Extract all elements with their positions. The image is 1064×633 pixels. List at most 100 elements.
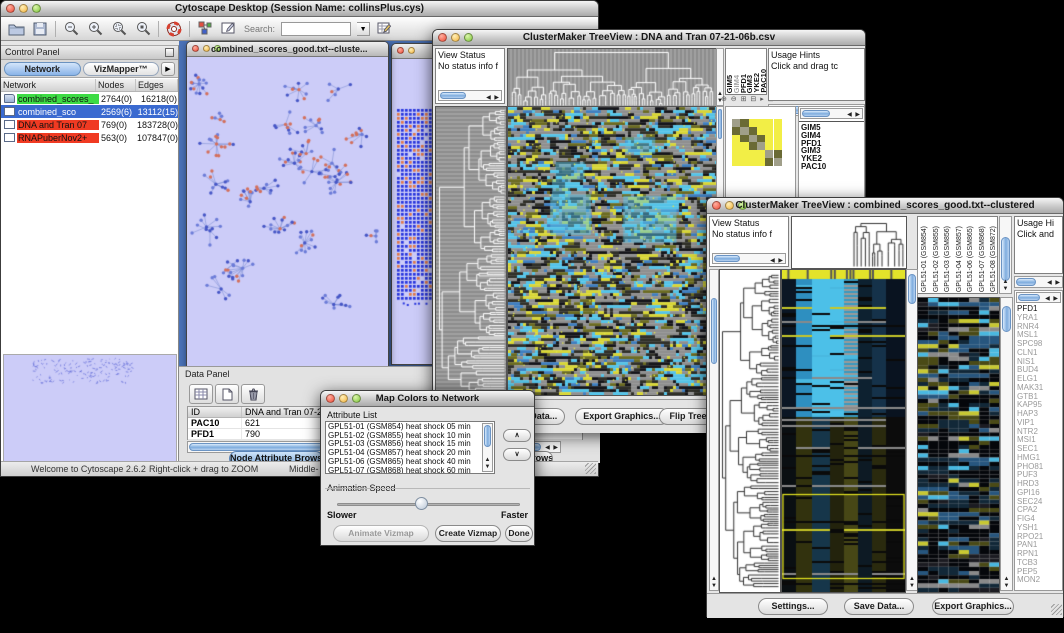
attribute-editor-button[interactable] bbox=[376, 20, 394, 38]
move-down-button[interactable]: ∨ bbox=[503, 448, 531, 461]
attribute-select-button[interactable] bbox=[189, 384, 213, 404]
close-icon[interactable] bbox=[712, 201, 721, 210]
tv2-column-dendrogram[interactable] bbox=[791, 216, 907, 269]
treeview2-titlebar[interactable]: ClusterMaker TreeView : combined_scores_… bbox=[707, 198, 1063, 214]
close-icon[interactable] bbox=[438, 33, 447, 42]
tab-vizmapper[interactable]: VizMapper™ bbox=[83, 62, 160, 76]
network-view-titlebar[interactable]: combined_scores_good.txt--cluste... bbox=[187, 42, 388, 57]
close-icon[interactable] bbox=[397, 47, 404, 54]
search-dropdown-icon[interactable]: ▼ bbox=[357, 22, 370, 36]
tv2-row-dendrogram[interactable] bbox=[719, 269, 781, 593]
zoom-fit-button[interactable] bbox=[110, 20, 128, 38]
new-attribute-button[interactable] bbox=[215, 384, 239, 404]
column-network[interactable]: Network bbox=[1, 79, 96, 91]
save-session-button[interactable] bbox=[31, 20, 49, 38]
tab-overflow-button[interactable]: ▶ bbox=[161, 62, 175, 76]
scrollbar-thumb[interactable] bbox=[718, 109, 722, 139]
attribute-item[interactable]: GPL51-07 (GSM868) heat shock 60 min bbox=[328, 467, 480, 474]
tv2-button-1[interactable]: Save Data... bbox=[844, 598, 914, 615]
speed-slider-track[interactable] bbox=[337, 503, 520, 506]
scrollbar-arrows[interactable]: ◀ ▶ bbox=[1045, 295, 1059, 302]
tv2-gene-hscrollbar[interactable]: ◀ ▶ bbox=[1016, 292, 1061, 303]
scrollbar-thumb[interactable] bbox=[440, 92, 466, 99]
scrollbar-thumb[interactable] bbox=[484, 425, 491, 447]
create-vizmap-button[interactable]: Create Vizmap bbox=[435, 525, 501, 542]
scrollbar-arrows[interactable]: ▲▼ bbox=[907, 576, 917, 590]
scrollbar-thumb[interactable] bbox=[1002, 306, 1011, 332]
resize-grip[interactable] bbox=[585, 463, 596, 474]
tv2-button-0[interactable]: Settings... bbox=[758, 598, 828, 615]
delete-attribute-button[interactable] bbox=[241, 384, 265, 404]
network-list-item[interactable]: RNAPuberNov2+563(0)107847(0) bbox=[1, 131, 178, 144]
column-id[interactable]: ID bbox=[188, 407, 242, 417]
background-network-titlebar[interactable] bbox=[392, 44, 436, 59]
scrollbar-thumb[interactable] bbox=[714, 255, 740, 262]
move-up-button[interactable]: ∧ bbox=[503, 429, 531, 442]
attribute-listbox[interactable]: GPL51-01 (GSM854) heat shock 05 minGPL51… bbox=[325, 421, 495, 474]
treeview1-titlebar[interactable]: ClusterMaker TreeView : DNA and Tran 07-… bbox=[433, 30, 865, 46]
scrollbar-thumb[interactable] bbox=[1016, 278, 1036, 286]
scrollbar-arrows[interactable]: ▲▼ bbox=[1000, 279, 1011, 293]
scrollbar-thumb[interactable] bbox=[802, 110, 830, 117]
animate-vizmap-button[interactable]: Animate Vizmap bbox=[333, 525, 429, 542]
tv1-button-2[interactable]: Export Graphics... bbox=[575, 408, 669, 425]
speed-slider-thumb[interactable] bbox=[415, 497, 428, 510]
vizmap-button[interactable] bbox=[196, 20, 214, 38]
attribute-list-vscrollbar[interactable]: ▲▼ bbox=[482, 423, 493, 472]
scrollbar-arrows[interactable]: ◀ ▶ bbox=[770, 256, 784, 267]
scrollbar-thumb[interactable] bbox=[908, 274, 916, 304]
network-view-canvas[interactable] bbox=[187, 57, 388, 368]
tv1-gene-hscrollbar[interactable]: ◀ ▶ bbox=[800, 108, 863, 119]
search-input[interactable] bbox=[281, 22, 351, 36]
tv1-column-dendrogram[interactable] bbox=[507, 48, 717, 108]
main-titlebar[interactable]: Cytoscape Desktop (Session Name: collins… bbox=[1, 1, 598, 17]
float-panel-icon[interactable] bbox=[165, 48, 174, 57]
network-list-item[interactable]: combined_sco2569(6)13112(15) bbox=[1, 105, 178, 118]
close-icon[interactable] bbox=[326, 394, 335, 403]
tv2-button-2[interactable]: Export Graphics... bbox=[932, 598, 1014, 615]
resize-grip[interactable] bbox=[1051, 604, 1062, 615]
gene-label[interactable]: MON2 bbox=[1017, 576, 1043, 585]
annotation-button[interactable] bbox=[220, 20, 238, 38]
scrollbar-arrows[interactable]: ◀ ▶ bbox=[1047, 279, 1061, 286]
tv2-usage-hscrollbar[interactable]: ◀ ▶ bbox=[1014, 276, 1063, 288]
background-network-canvas[interactable] bbox=[392, 59, 436, 364]
done-button[interactable]: Done bbox=[505, 525, 533, 542]
minimize-icon[interactable] bbox=[203, 45, 210, 52]
network-overview-canvas[interactable] bbox=[4, 355, 176, 461]
gene-label[interactable]: PAC10 bbox=[801, 163, 826, 171]
zoom-out-button[interactable] bbox=[62, 20, 80, 38]
tv1-heatmap[interactable] bbox=[507, 106, 717, 396]
scrollbar-arrows[interactable]: ▲▼ bbox=[1001, 576, 1012, 590]
tv2-labels-vscrollbar[interactable]: ▲▼ bbox=[999, 216, 1012, 294]
column-nodes[interactable]: Nodes bbox=[96, 79, 136, 91]
tv2-heatmap[interactable] bbox=[781, 269, 906, 593]
tv2-gene-vscrollbar[interactable]: ▲▼ bbox=[1000, 297, 1013, 591]
tv1-row-dendrogram[interactable] bbox=[435, 106, 507, 396]
network-list-item[interactable]: DNA and Tran 07769(0)183728(0) bbox=[1, 118, 178, 131]
close-icon[interactable] bbox=[6, 4, 15, 13]
column-edges[interactable]: Edges bbox=[136, 79, 178, 91]
tv2-status-hscrollbar[interactable]: ◀ ▶ bbox=[712, 253, 786, 264]
tab-network[interactable]: Network bbox=[4, 62, 81, 76]
scrollbar-arrows[interactable]: ◀ ▶ bbox=[847, 111, 861, 118]
close-icon[interactable] bbox=[192, 45, 199, 52]
scrollbar-arrows[interactable]: ◀ ▶ bbox=[486, 93, 500, 104]
help-button[interactable] bbox=[165, 20, 183, 38]
tv1-status-hscrollbar[interactable]: ◀ ▶ bbox=[438, 90, 502, 101]
zoom-in-button[interactable] bbox=[86, 20, 104, 38]
tv2-submatrix-heatmap[interactable] bbox=[917, 297, 1000, 593]
tv2-left-vscrollbar[interactable]: ▲▼ bbox=[709, 269, 719, 591]
tv1-yellow-matrix[interactable] bbox=[732, 119, 782, 166]
scrollbar-thumb[interactable] bbox=[711, 298, 717, 364]
minimize-icon[interactable] bbox=[408, 47, 415, 54]
zoom-selected-button[interactable] bbox=[134, 20, 152, 38]
scrollbar-arrows[interactable]: ◀ ▶ bbox=[545, 444, 559, 451]
open-session-button[interactable] bbox=[7, 20, 25, 38]
network-list-item[interactable]: combined_scores_2764(0)16218(0) bbox=[1, 92, 178, 105]
scrollbar-arrows[interactable]: ▲▼ bbox=[483, 457, 492, 471]
scrollbar-thumb[interactable] bbox=[1018, 294, 1040, 301]
scrollbar-thumb[interactable] bbox=[1001, 237, 1010, 281]
dialog-titlebar[interactable]: Map Colors to Network bbox=[321, 391, 534, 407]
scrollbar-arrows[interactable]: ▲▼ bbox=[710, 576, 718, 590]
